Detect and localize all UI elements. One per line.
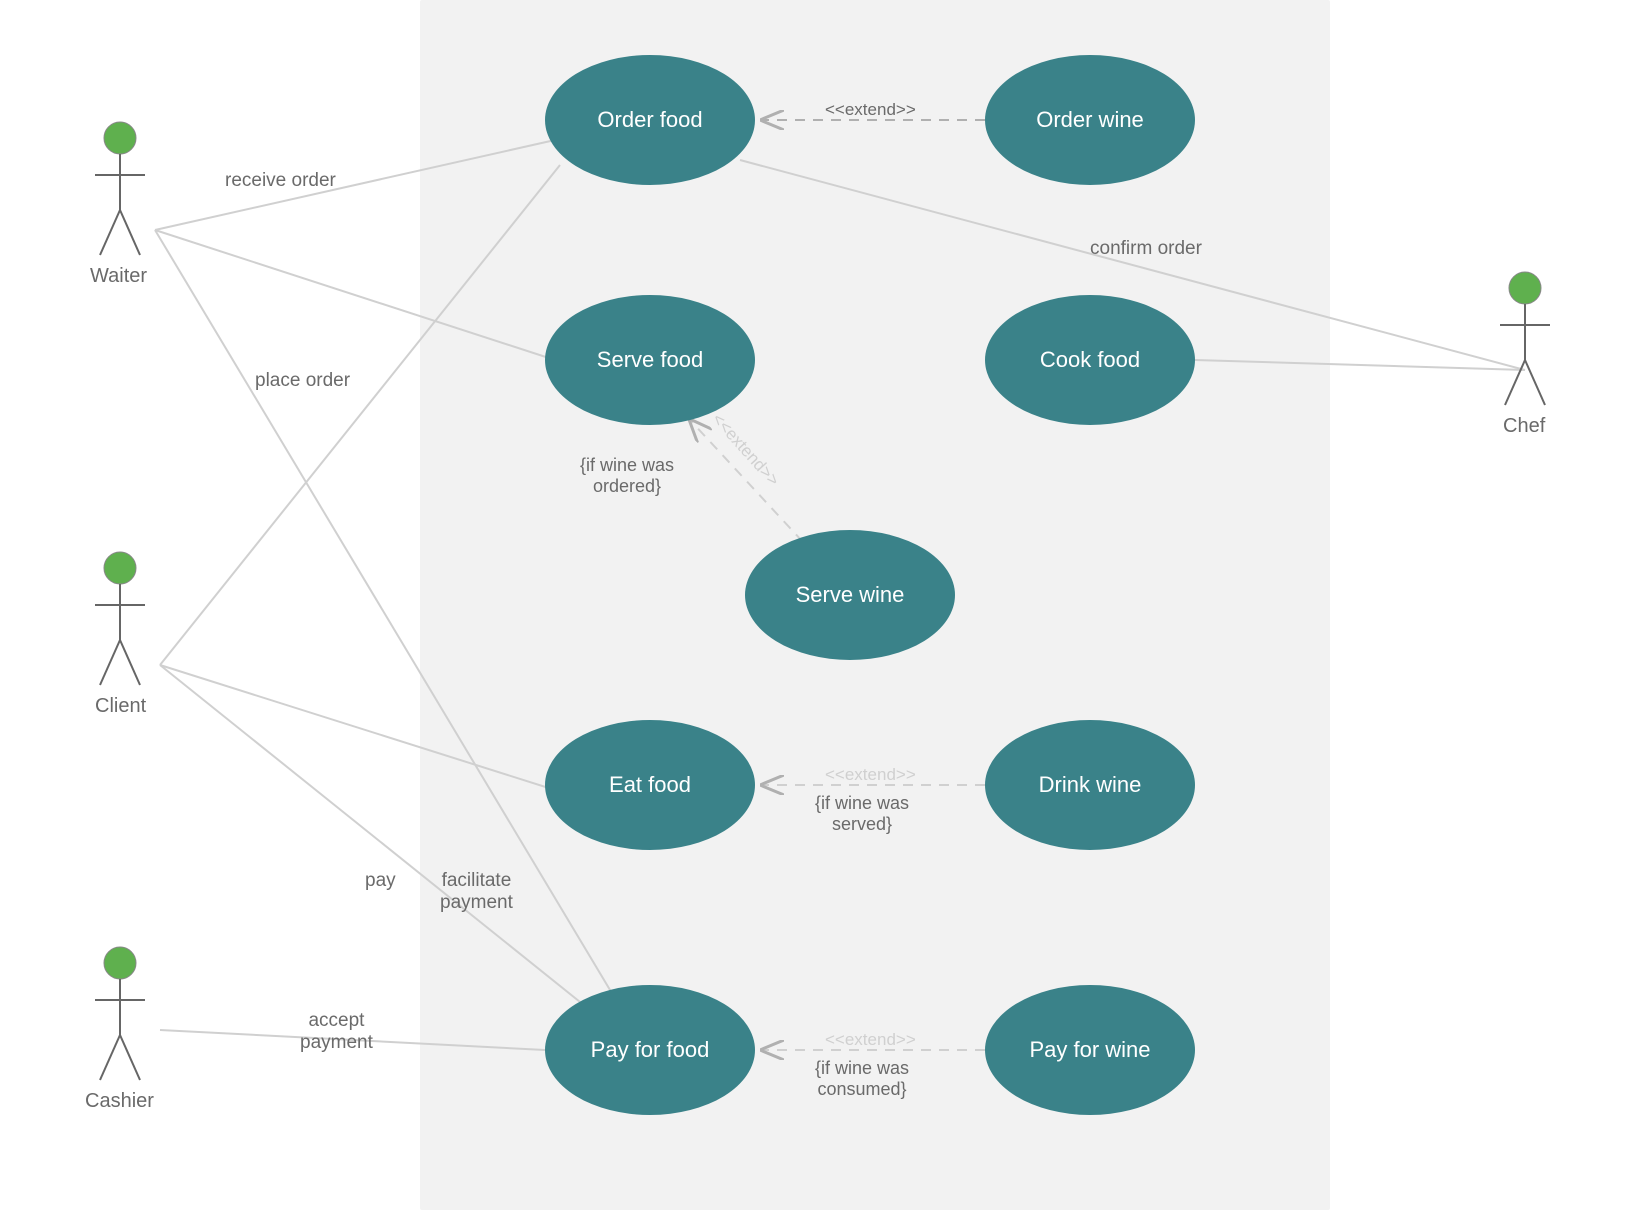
usecase-pay-for-food: Pay for food [545,985,755,1115]
label-extend-paywine: <<extend>> [825,1030,916,1050]
label-place-order: place order [255,370,350,392]
label-condition-wine-ordered: {if wine was ordered} [580,455,674,497]
label-extend-drinkwine: <<extend>> [825,765,916,785]
usecase-serve-wine: Serve wine [745,530,955,660]
usecase-serve-food: Serve food [545,295,755,425]
actor-chef [1495,270,1555,410]
actor-client [90,550,150,690]
usecase-order-wine: Order wine [985,55,1195,185]
usecase-drink-wine: Drink wine [985,720,1195,850]
actor-cashier [90,945,150,1085]
actor-client-label: Client [95,695,146,718]
usecase-cook-food: Cook food [985,295,1195,425]
label-confirm-order: confirm order [1090,238,1202,260]
label-pay: pay [365,870,396,892]
actor-waiter-label: Waiter [90,265,147,288]
usecase-order-food: Order food [545,55,755,185]
actor-chef-label: Chef [1503,415,1545,438]
actor-cashier-label: Cashier [85,1090,154,1113]
usecase-eat-food: Eat food [545,720,755,850]
usecase-pay-for-wine: Pay for wine [985,985,1195,1115]
actor-waiter [90,120,150,260]
label-facilitate-payment: facilitate payment [440,870,513,914]
label-condition-wine-served: {if wine was served} [815,793,909,835]
label-accept-payment: accept payment [300,1010,373,1054]
label-extend-orderwine: <<extend>> [825,100,916,120]
label-receive-order: receive order [225,170,336,192]
label-condition-wine-consumed: {if wine was consumed} [815,1058,909,1100]
